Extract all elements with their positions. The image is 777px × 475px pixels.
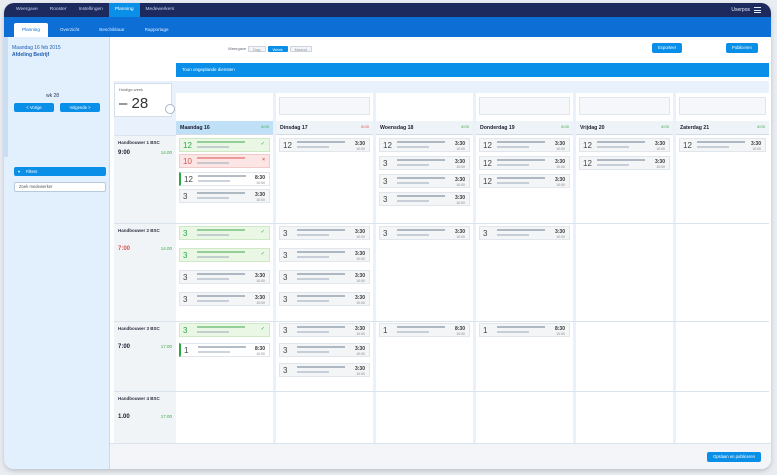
filter-toggle[interactable]: ▾ Filters — [14, 167, 106, 176]
sidebar-date: Maandag 16 feb 2015 Afdeling Bedrijf — [12, 45, 61, 59]
week-picker-circle-icon[interactable] — [165, 104, 175, 114]
shift-item[interactable]: 12 3:30 10:00 — [379, 138, 470, 152]
subnav-item[interactable]: Rapportage — [137, 23, 177, 37]
day-header[interactable]: Woensdag 18 8:00 — [376, 121, 473, 135]
day-header[interactable]: Zaterdag 21 8:00 — [676, 121, 769, 135]
account-name[interactable]: Userpos — [731, 7, 750, 13]
shift-item[interactable]: 3 3:30 10:00 — [279, 363, 370, 377]
app-window: Weergave Rooster Instellingen Planning M… — [4, 3, 771, 469]
shift-item[interactable]: 3 3:30 10:00 — [279, 226, 370, 240]
shift-item[interactable]: 3 3:30 10:00 — [279, 248, 370, 262]
week-indicator: Huidige week – 28 — [114, 83, 175, 117]
shift-item[interactable]: 3 3:30 10:00 — [379, 226, 470, 240]
shift-item[interactable]: 3 3:30 10:00 — [179, 189, 270, 203]
unplanned-banner[interactable]: Toon ongeplande diensten — [176, 63, 769, 77]
shift-item[interactable]: 12 3:30 10:00 — [479, 156, 570, 170]
view-label: Weergave — [228, 46, 247, 51]
day-column: Zaterdag 21 8:00 12 3:30 10:00 — [676, 93, 769, 447]
row-separator — [114, 223, 769, 224]
search-input[interactable]: Zoek medewerker — [14, 182, 106, 192]
bottom-bar: Opslaan en publiceren — [110, 443, 771, 469]
shift-item[interactable]: 12 3:30 10:00 — [679, 138, 766, 152]
row-label: Handbouwer 3 BSC 7:00 17.00 — [114, 321, 176, 391]
shift-item[interactable]: 3 3:30 10:00 — [179, 292, 270, 306]
subnav-item[interactable]: Overzicht — [52, 23, 87, 37]
shift-item[interactable]: 3 3:30 10:00 — [179, 270, 270, 284]
main-planning-area: Weergave Dag Week Maand Exporteer Public… — [110, 37, 771, 469]
shift-item[interactable]: 3 3:30 10:00 — [379, 156, 470, 170]
topnav-item[interactable]: Rooster — [44, 3, 73, 17]
top-navigation-bar: Weergave Rooster Instellingen Planning M… — [4, 3, 771, 17]
shift-item[interactable]: 12 ✓ — [179, 138, 270, 152]
day-column: Dinsdag 17 8:00 12 3:30 10:00 3 3:30 10:00 33… — [276, 93, 373, 447]
publish-button[interactable]: Publiceren — [726, 43, 758, 53]
shift-item[interactable]: 10 × — [179, 154, 270, 168]
sub-navigation-bar: Planning Overzicht Beschikbaar Rapportag… — [4, 17, 771, 37]
topnav-item[interactable]: Planning — [108, 3, 140, 17]
chevron-down-icon: ▾ — [18, 169, 21, 174]
export-button[interactable]: Exporteer — [652, 43, 683, 53]
unplanned-item[interactable] — [479, 97, 570, 115]
sidebar-department: Afdeling Bedrijf — [12, 52, 50, 58]
sidebar: Maandag 16 feb 2015 Afdeling Bedrijf wk … — [4, 37, 110, 469]
prev-week-button[interactable]: < Vorige — [14, 103, 54, 112]
shift-item[interactable]: 3 ✓ — [179, 248, 270, 262]
shift-item[interactable]: 3 3:30 10:00 — [279, 323, 370, 337]
next-week-button[interactable]: Volgende > — [60, 103, 100, 112]
unplanned-item[interactable] — [579, 97, 670, 115]
shift-item[interactable]: 12 3:30 10:00 — [579, 138, 670, 152]
shift-item[interactable]: 12 8:30 10:00 — [179, 172, 270, 186]
row-label: Handbouwer 2 BSC 7:00 14.00 — [114, 223, 176, 321]
day-header[interactable]: Maandag 16 8:00 — [176, 121, 273, 135]
sidebar-edge-tab[interactable] — [4, 37, 8, 157]
day-column: Donderdag 19 8:00 12 3:30 10:00 12 3:30 10:00… — [476, 93, 573, 447]
day-header[interactable]: Dinsdag 17 8:00 — [276, 121, 373, 135]
unplanned-item[interactable] — [279, 97, 370, 115]
day-column: Maandag 16 8:00 12 ✓ 10 × 12 8:30 10:00 3 3:30… — [176, 93, 273, 447]
shift-item[interactable]: 3 ✓ — [179, 226, 270, 240]
filter-label: Filters — [26, 169, 38, 174]
topnav-item[interactable]: Weergave — [10, 3, 44, 17]
week-number: – 28 — [119, 95, 149, 112]
shift-item[interactable]: 3 3:30 10:00 — [379, 192, 470, 206]
sidebar-date-line: Maandag 16 feb 2015 — [12, 45, 61, 51]
top-nav: Weergave Rooster Instellingen Planning M… — [10, 3, 180, 17]
subnav-item[interactable]: Beschikbaar — [91, 23, 132, 37]
sidebar-week-label: wk 28 — [46, 93, 60, 99]
day-header[interactable]: Donderdag 19 8:00 — [476, 121, 573, 135]
subnav-item[interactable]: Planning — [14, 23, 48, 37]
shift-item[interactable]: 12 3:30 10:00 — [579, 156, 670, 170]
row-separator — [114, 321, 769, 322]
shift-item[interactable]: 12 3:30 10:00 — [479, 174, 570, 188]
row-separator — [114, 391, 769, 392]
row-label: Handbouwer 1 BSC 9:00 14.00 — [114, 135, 176, 223]
day-column: Vrijdag 20 8:00 12 3:30 10:00 12 3:30 10:00 — [576, 93, 673, 447]
view-option-week[interactable]: Week — [267, 45, 288, 52]
shift-item[interactable]: 1 8:30 10:00 — [179, 343, 270, 357]
shift-item[interactable]: 1 8:30 10:00 — [479, 323, 570, 337]
shift-item[interactable]: 3 3:30 10:00 — [479, 226, 570, 240]
view-switcher: Weergave Dag Week Maand — [228, 45, 312, 52]
topnav-item[interactable]: Instellingen — [73, 3, 109, 17]
view-option-day[interactable]: Dag — [248, 45, 266, 52]
view-option-month[interactable]: Maand — [289, 45, 312, 52]
week-label: Huidige week — [119, 87, 144, 92]
shift-item[interactable]: 3 3:30 10:00 — [279, 343, 370, 357]
menu-icon[interactable] — [754, 7, 761, 13]
save-publish-button[interactable]: Opslaan en publiceren — [707, 452, 761, 462]
day-column: Woensdag 18 8:00 12 3:30 10:00 3 3:30 10:00 3… — [376, 93, 473, 447]
shift-item[interactable]: 3 3:30 10:00 — [279, 270, 370, 284]
account-area: Userpos — [731, 3, 761, 17]
topnav-item[interactable]: Medewerkers — [140, 3, 181, 17]
shift-item[interactable]: 12 3:30 10:00 — [479, 138, 570, 152]
shift-item[interactable]: 3 ✓ — [179, 323, 270, 337]
unplanned-item[interactable] — [679, 97, 766, 115]
shift-item[interactable]: 3 3:30 10:00 — [279, 292, 370, 306]
shift-item[interactable]: 3 3:30 10:00 — [379, 174, 470, 188]
shift-item[interactable]: 12 3:30 10:00 — [279, 138, 370, 152]
shift-item[interactable]: 1 8:30 10:00 — [379, 323, 470, 337]
row-label: Handbouwer 4 BSC 1.00 17.00 — [114, 391, 176, 447]
day-header[interactable]: Vrijdag 20 8:00 — [576, 121, 673, 135]
